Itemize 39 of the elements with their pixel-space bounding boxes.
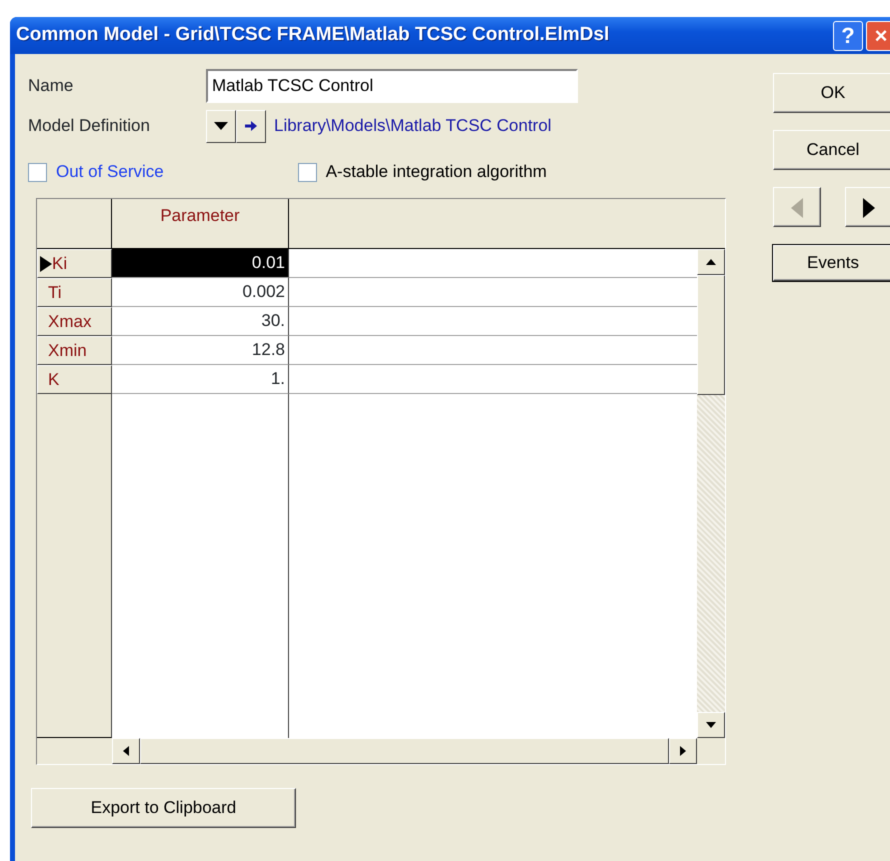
row-header: Ti — [37, 278, 112, 307]
help-button[interactable]: ? — [833, 20, 863, 50]
row-header: Ki — [37, 249, 112, 278]
arrow-icon — [245, 121, 257, 131]
scroll-thumb[interactable] — [697, 275, 725, 395]
window-title: Common Model - Grid\TCSC FRAME\Matlab TCSC Control.ElmDsl — [16, 23, 610, 48]
row-header: Xmax — [37, 307, 112, 336]
scroll-up-icon[interactable] — [706, 259, 716, 265]
field-label: Model Definition — [28, 115, 151, 138]
table-cell: 1. — [112, 365, 289, 394]
scroll-left-icon[interactable] — [123, 746, 129, 756]
table-cell: 30. — [112, 307, 289, 336]
row-header: K — [37, 365, 112, 394]
name-field[interactable]: Matlab TCSC Control — [206, 69, 578, 103]
dropdown-button[interactable] — [206, 110, 236, 142]
table-cell: 12.8 — [112, 336, 289, 365]
right-triangle-icon — [863, 198, 875, 218]
caret-icon — [214, 122, 228, 130]
dialog-button[interactable]: OK — [773, 73, 890, 113]
field-label: Name — [28, 75, 74, 98]
events-button[interactable]: Events — [773, 245, 890, 281]
table-cell: 0.01 — [112, 249, 289, 278]
current-row-icon — [40, 256, 52, 272]
column-header: Parameter — [112, 199, 289, 249]
dialog-button[interactable]: Cancel — [773, 130, 890, 170]
scroll-right-icon[interactable] — [680, 746, 686, 756]
close-button[interactable]: × — [866, 20, 890, 50]
left-triangle-icon — [791, 198, 803, 218]
export-button[interactable]: Export to Clipboard — [31, 788, 296, 828]
scroll-down-icon[interactable] — [706, 722, 716, 728]
checkbox-label: Out of Service — [56, 161, 164, 184]
checkbox[interactable] — [28, 162, 47, 182]
model-link[interactable]: Library\Models\Matlab TCSC Control — [274, 113, 552, 139]
checkbox-label: A-stable integration algorithm — [326, 161, 547, 184]
checkbox[interactable] — [298, 162, 317, 182]
row-header: Xmin — [37, 336, 112, 365]
table-cell: 0.002 — [112, 278, 289, 307]
next-button[interactable] — [845, 187, 890, 227]
jump-button[interactable] — [236, 110, 266, 142]
